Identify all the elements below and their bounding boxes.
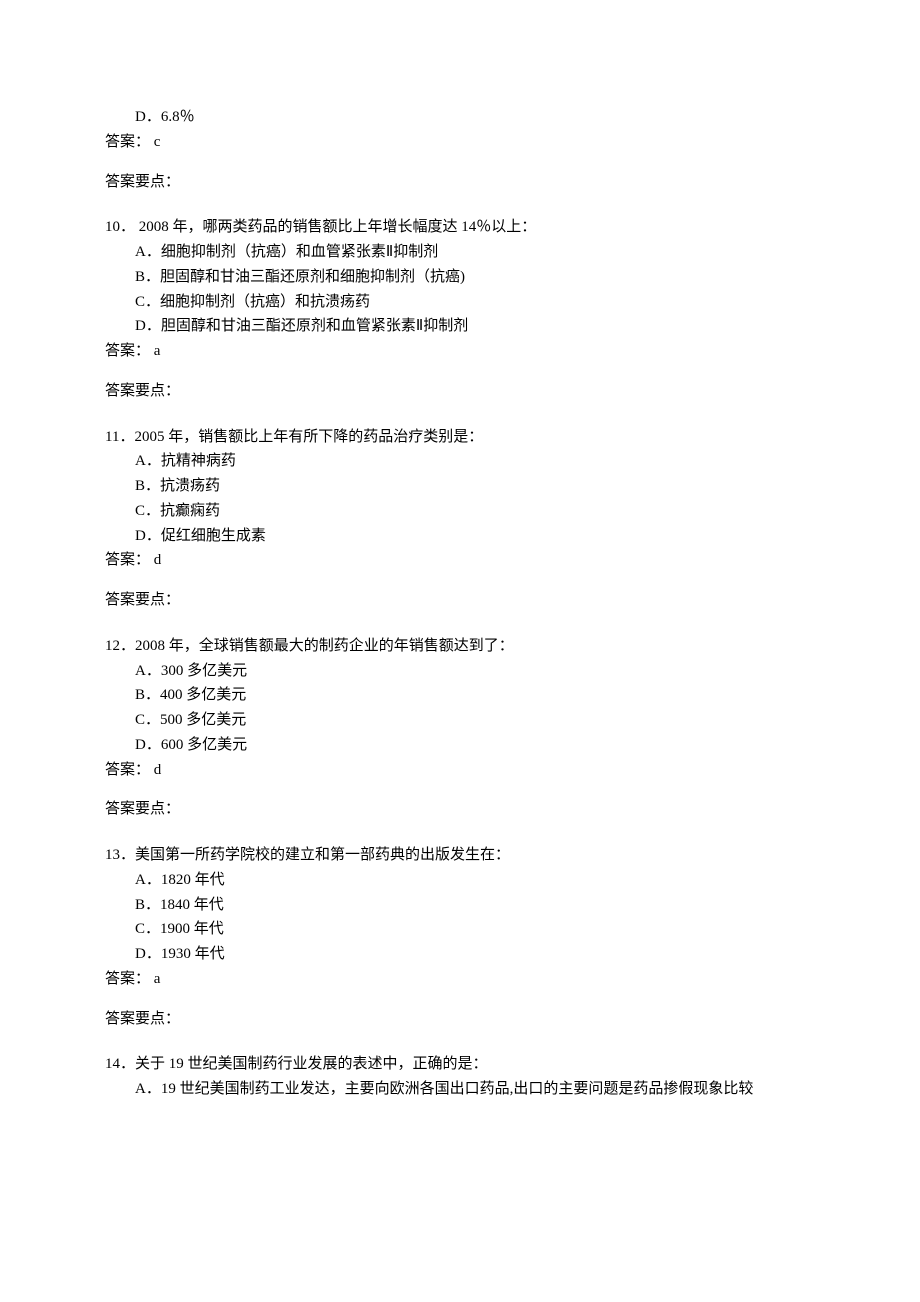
q14-text: 14．关于 19 世纪美国制药行业发展的表述中，正确的是： — [105, 1052, 815, 1077]
q13-answer: 答案： a — [105, 967, 815, 992]
q11-option-b: B．抗溃疡药 — [105, 474, 815, 499]
q13-option-b: B．1840 年代 — [105, 893, 815, 918]
document-page: D．6.8％ 答案： c 答案要点： 10． 2008 年，哪两类药品的销售额比… — [0, 0, 920, 1302]
q11-keypoint-label: 答案要点： — [105, 588, 815, 613]
q13-option-d: D．1930 年代 — [105, 942, 815, 967]
q12-option-c: C．500 多亿美元 — [105, 708, 815, 733]
q12-option-d: D．600 多亿美元 — [105, 733, 815, 758]
q9-option-d: D．6.8％ — [105, 105, 815, 130]
spacer — [105, 371, 815, 379]
q9-answer: 答案： c — [105, 130, 815, 155]
q10-answer: 答案： a — [105, 339, 815, 364]
spacer — [105, 162, 815, 170]
q10-text: 10． 2008 年，哪两类药品的销售额比上年增长幅度达 14％以上： — [105, 215, 815, 240]
q14-option-a: A．19 世纪美国制药工业发达，主要向欧洲各国出口药品,出口的主要问题是药品掺假… — [105, 1077, 815, 1102]
q12-keypoint-label: 答案要点： — [105, 797, 815, 822]
q10-option-c: C．细胞抑制剂（抗癌）和抗溃疡药 — [105, 290, 815, 315]
q13-text: 13．美国第一所药学院校的建立和第一部药典的出版发生在： — [105, 843, 815, 868]
q11-answer: 答案： d — [105, 548, 815, 573]
q11-text: 11．2005 年，销售额比上年有所下降的药品治疗类别是： — [105, 425, 815, 450]
q12-answer: 答案： d — [105, 758, 815, 783]
q9-keypoint-label: 答案要点： — [105, 170, 815, 195]
q13-option-a: A．1820 年代 — [105, 868, 815, 893]
q12-option-a: A．300 多亿美元 — [105, 659, 815, 684]
spacer — [105, 790, 815, 798]
q11-option-c: C．抗癫痫药 — [105, 499, 815, 524]
q11-option-d: D．促红细胞生成素 — [105, 524, 815, 549]
q12-text: 12．2008 年，全球销售额最大的制药企业的年销售额达到了： — [105, 634, 815, 659]
q12-option-b: B．400 多亿美元 — [105, 683, 815, 708]
q13-keypoint-label: 答案要点： — [105, 1007, 815, 1032]
spacer — [105, 581, 815, 589]
q10-option-b: B．胆固醇和甘油三酯还原剂和细胞抑制剂（抗癌) — [105, 265, 815, 290]
q10-keypoint-label: 答案要点： — [105, 379, 815, 404]
q13-option-c: C．1900 年代 — [105, 917, 815, 942]
q11-option-a: A．抗精神病药 — [105, 449, 815, 474]
q10-option-d: D．胆固醇和甘油三酯还原剂和血管紧张素Ⅱ抑制剂 — [105, 314, 815, 339]
q10-option-a: A．细胞抑制剂（抗癌）和血管紧张素Ⅱ抑制剂 — [105, 240, 815, 265]
spacer — [105, 999, 815, 1007]
